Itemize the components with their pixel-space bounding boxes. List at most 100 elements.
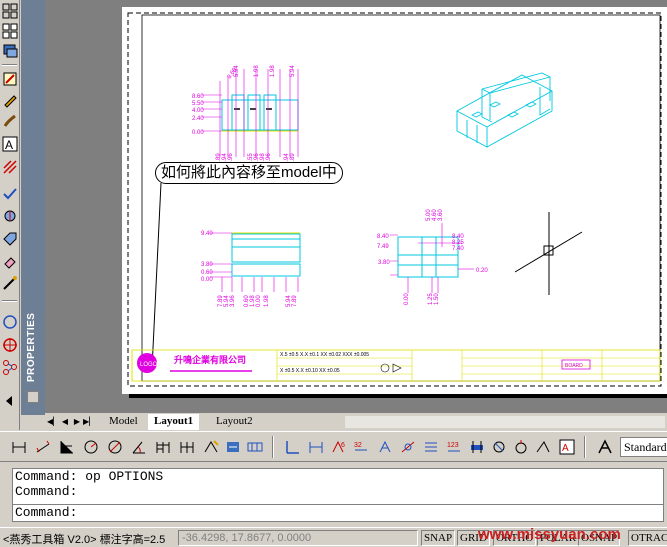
- dim-update-icon[interactable]: 6: [328, 436, 350, 458]
- dim-oblique-icon[interactable]: [374, 436, 396, 458]
- svg-text:0.20: 0.20: [476, 268, 488, 274]
- titleblock-company: 升鳴企業有限公司: [174, 354, 246, 366]
- snap-toggle[interactable]: SNAP: [421, 530, 456, 546]
- svg-text:1.98: 1.98: [270, 65, 276, 77]
- tile-grid-icon[interactable]: [1, 2, 19, 20]
- windows-icon[interactable]: [1, 42, 19, 60]
- printable-margin: [127, 12, 662, 387]
- palette-toggle-button[interactable]: [27, 391, 39, 403]
- svg-text:7.40: 7.40: [452, 246, 464, 252]
- properties-edit-icon[interactable]: [1, 70, 19, 88]
- command-history: Command: op OPTIONS Command:: [12, 468, 664, 505]
- text-icon[interactable]: A: [1, 135, 19, 153]
- svg-text:3.96: 3.96: [230, 295, 236, 307]
- drawing-canvas[interactable]: 8.60 5.50 4.00 2.40 0.00 5.94 1.98 1.98 …: [122, 7, 667, 394]
- svg-text:0.60: 0.60: [201, 270, 213, 276]
- horizontal-scrollbar[interactable]: [345, 416, 665, 428]
- command-input[interactable]: Command:: [12, 504, 664, 522]
- svg-text:X.5 ±0.5 X.X ±0.1 XX ±0.02: X.5 ±0.5 X.X ±0.1 XX ±0.02 XXX ±0.005: [280, 352, 369, 358]
- layout-tabs-bar: ◀▏ ◀ ▶ ▶▏ Model Layout1 Layout2: [45, 412, 667, 430]
- svg-text:1.98: 1.98: [254, 65, 260, 77]
- continue-dimension-icon[interactable]: [176, 436, 198, 458]
- diameter-dimension-icon[interactable]: [104, 436, 126, 458]
- svg-text:6: 6: [341, 442, 345, 449]
- dim-text-edit-icon[interactable]: [305, 436, 327, 458]
- last-tab-icon[interactable]: ▶▏: [83, 415, 95, 428]
- svg-text:32: 32: [354, 442, 362, 449]
- toolbar-separator: [2, 64, 17, 66]
- svg-text:2.40: 2.40: [192, 116, 204, 122]
- circle-icon[interactable]: [1, 313, 19, 331]
- tag-icon[interactable]: [1, 230, 19, 248]
- toolbar-separator: [2, 300, 17, 302]
- svg-text:0.00: 0.00: [201, 277, 213, 283]
- scroll-arrow-icon[interactable]: [1, 392, 19, 410]
- inspection-icon[interactable]: [466, 436, 488, 458]
- leader-icon[interactable]: [222, 436, 244, 458]
- hatch-icon[interactable]: [1, 158, 19, 176]
- aligned-dimension-icon[interactable]: [32, 436, 54, 458]
- brush-icon[interactable]: [1, 112, 19, 130]
- otrack-toggle[interactable]: OTRAC: [628, 530, 667, 546]
- svg-text:1.98: 1.98: [264, 295, 270, 307]
- grid-icon[interactable]: [1, 22, 19, 40]
- dim-edit-icon[interactable]: [282, 436, 304, 458]
- dimstyle-manager-icon[interactable]: [594, 436, 616, 458]
- center-mark-icon[interactable]: [1, 336, 19, 354]
- coordinate-readout[interactable]: -36.4298, 17.8677, 0.0000: [178, 530, 418, 546]
- left-toolbar: A: [0, 0, 20, 430]
- side-view: 8.40 7.49 3.80 0.20 8.40 8.25 7.40 5.00 …: [377, 209, 488, 305]
- svg-text:A: A: [562, 443, 569, 454]
- svg-text:9.40: 9.40: [201, 231, 213, 237]
- dim-reassoc-icon[interactable]: [532, 436, 554, 458]
- callout-leader: [151, 182, 162, 370]
- dim-override-icon[interactable]: 32: [350, 436, 372, 458]
- wand-icon[interactable]: [1, 274, 19, 292]
- question-callout: 如何將此內容移至model中: [155, 162, 343, 184]
- svg-text:4.00: 4.00: [192, 108, 204, 114]
- tab-layout2[interactable]: Layout2: [210, 414, 259, 430]
- dim-break-icon[interactable]: 123: [443, 436, 465, 458]
- dim-space-icon[interactable]: [420, 436, 442, 458]
- svg-text:3.80: 3.80: [378, 260, 390, 266]
- tab-model[interactable]: Model: [103, 414, 144, 430]
- front-view: 8.60 5.50 4.00 2.40 0.00 5.94 1.98 1.98 …: [192, 65, 299, 165]
- svg-text:8.40: 8.40: [377, 234, 389, 240]
- layout-paper[interactable]: 8.60 5.50 4.00 2.40 0.00 5.94 1.98 1.98 …: [122, 7, 667, 394]
- radius-dimension-icon[interactable]: [80, 436, 102, 458]
- angular-dimension-icon[interactable]: [128, 436, 150, 458]
- prev-tab-icon[interactable]: ◀: [59, 415, 71, 428]
- nodes-icon[interactable]: [1, 358, 19, 376]
- check-edit-icon[interactable]: [1, 185, 19, 203]
- eraser-icon[interactable]: [1, 252, 19, 270]
- svg-text:LOGO: LOGO: [140, 362, 158, 368]
- next-tab-icon[interactable]: ▶: [71, 415, 83, 428]
- ordinate-dimension-icon[interactable]: [56, 436, 78, 458]
- tab-layout1[interactable]: Layout1: [148, 414, 200, 430]
- baseline-dimension-icon[interactable]: [152, 436, 174, 458]
- dimension-style-select[interactable]: Standard: [620, 437, 667, 457]
- pencil-icon[interactable]: [1, 91, 19, 109]
- drawing-frame: [141, 14, 661, 382]
- svg-text:5.94: 5.94: [290, 65, 296, 77]
- dim-text-icon[interactable]: A: [556, 436, 578, 458]
- bottom-view: 9.40 3.80 0.60 0.00 7.89 5.94 3.96 0.60 …: [201, 231, 301, 307]
- jog-icon[interactable]: [488, 436, 510, 458]
- history-line: Command:: [15, 484, 78, 499]
- svg-text:7.89: 7.89: [292, 295, 298, 307]
- svg-text:0.00: 0.00: [404, 293, 410, 305]
- svg-text:1.50: 1.50: [434, 293, 440, 305]
- dim-style-icon[interactable]: [397, 436, 419, 458]
- attribute-icon[interactable]: [1, 207, 19, 225]
- first-tab-icon[interactable]: ◀▏: [47, 415, 59, 428]
- status-app-info: <燕秀工具箱 V2.0> 標注字高=2.5: [3, 534, 166, 546]
- svg-text:BOARD: BOARD: [565, 363, 583, 369]
- tolerance-icon[interactable]: [244, 436, 266, 458]
- arc-length-icon[interactable]: [510, 436, 532, 458]
- quick-dimension-icon[interactable]: [200, 436, 222, 458]
- linear-dimension-icon[interactable]: [8, 436, 30, 458]
- drawing-area[interactable]: 8.60 5.50 4.00 2.40 0.00 5.94 1.98 1.98 …: [45, 0, 667, 412]
- site-watermark: www.missyuan.com: [478, 526, 621, 543]
- dimension-toolbar: 6 32 123 A Standard: [0, 431, 667, 462]
- properties-title: PROPERTIES: [26, 312, 37, 382]
